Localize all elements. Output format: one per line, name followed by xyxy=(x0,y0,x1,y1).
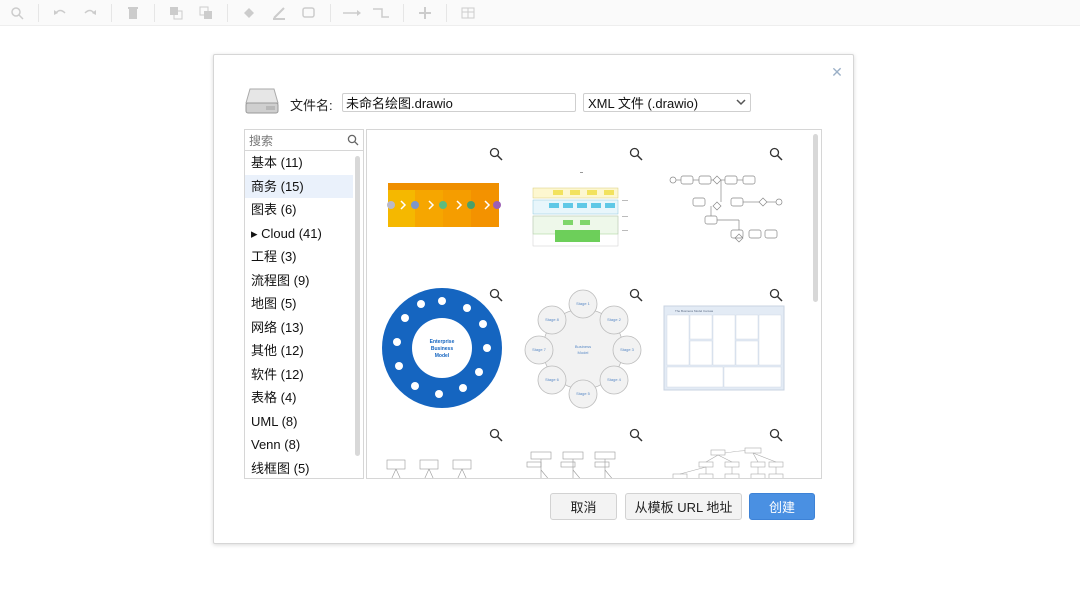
category-item[interactable]: UML (8) xyxy=(245,410,363,434)
toolbar-divider xyxy=(38,3,39,22)
category-item[interactable]: 基本 (11) xyxy=(245,151,363,175)
stage-label: Stage 3 xyxy=(620,347,635,352)
toolbar xyxy=(0,0,1080,26)
chevron-down-icon xyxy=(736,99,746,106)
filename-input[interactable] xyxy=(342,93,576,112)
category-search[interactable]: 搜索 xyxy=(245,130,363,151)
toolbar-divider xyxy=(403,3,404,22)
template-thumbnail-business-stages[interactable]: Stage 1 Stage 2 Stage 3 Stage 4 Stage 5 … xyxy=(519,288,649,410)
category-item[interactable]: 其他 (12) xyxy=(245,339,363,363)
category-item[interactable]: 图表 (6) xyxy=(245,198,363,222)
category-item[interactable]: 线框图 (5) xyxy=(245,457,363,479)
template-thumbnail-org-chart[interactable] xyxy=(525,448,645,479)
stages-center-2: Model xyxy=(578,350,589,355)
create-button[interactable]: 创建 xyxy=(749,493,815,520)
category-item-expandable[interactable]: ▸ Cloud (41) xyxy=(245,222,363,246)
template-thumbnail-bpmn[interactable] xyxy=(665,158,785,268)
category-item[interactable]: 地图 (5) xyxy=(245,292,363,316)
close-icon[interactable]: ✕ xyxy=(830,65,844,79)
template-thumbnail-tree[interactable] xyxy=(385,452,505,479)
format-select-value: XML 文件 (.drawio) xyxy=(588,96,699,111)
category-item[interactable]: Venn (8) xyxy=(245,433,363,457)
redo-icon[interactable] xyxy=(79,3,101,23)
search-placeholder: 搜索 xyxy=(249,133,274,148)
category-item[interactable]: 表格 (4) xyxy=(245,386,363,410)
shadow-icon[interactable] xyxy=(298,3,320,23)
insert-icon[interactable] xyxy=(414,3,436,23)
stage-label: Stage 5 xyxy=(576,391,591,396)
line-color-icon[interactable] xyxy=(268,3,290,23)
category-item[interactable]: 软件 (12) xyxy=(245,363,363,387)
format-select[interactable]: XML 文件 (.drawio) xyxy=(583,93,751,112)
category-sidebar: 搜索 基本 (11) 商务 (15) 图表 (6) ▸ Cloud (41) 工… xyxy=(244,129,364,479)
stage-label: Stage 2 xyxy=(607,317,622,322)
zoom-icon[interactable] xyxy=(6,3,28,23)
toolbar-divider xyxy=(154,3,155,22)
template-thumbnail-mind-map[interactable] xyxy=(665,446,785,479)
zoom-icon[interactable] xyxy=(769,288,783,302)
template-thumbnail-business-canvas[interactable]: The Business Model Canvas xyxy=(663,305,785,391)
hard-drive-icon xyxy=(245,88,279,114)
waypoints-icon[interactable] xyxy=(371,3,393,23)
connection-icon[interactable] xyxy=(341,3,363,23)
toolbar-divider xyxy=(446,3,447,22)
zoom-icon[interactable] xyxy=(629,428,643,442)
from-template-url-button[interactable]: 从模板 URL 地址 xyxy=(625,493,742,520)
stage-label: Stage 1 xyxy=(576,301,591,306)
fill-color-icon[interactable] xyxy=(238,3,260,23)
toolbar-divider xyxy=(111,3,112,22)
stage-label: Stage 4 xyxy=(607,377,622,382)
toolbar-divider xyxy=(227,3,228,22)
cancel-button[interactable]: 取消 xyxy=(550,493,617,520)
template-thumbnail-enterprise-model[interactable]: Enterprise Business Model xyxy=(379,288,509,408)
zoom-icon[interactable] xyxy=(489,428,503,442)
stage-label: Stage 6 xyxy=(545,377,560,382)
category-list: 基本 (11) 商务 (15) 图表 (6) ▸ Cloud (41) 工程 (… xyxy=(245,151,363,479)
grid-scrollbar[interactable] xyxy=(813,134,818,302)
table-icon[interactable] xyxy=(457,3,479,23)
delete-icon[interactable] xyxy=(122,3,144,23)
zoom-icon[interactable] xyxy=(769,428,783,442)
stage-label: Stage 7 xyxy=(532,347,547,352)
category-item[interactable]: 网络 (13) xyxy=(245,316,363,340)
enterprise-title-1: Enterprise xyxy=(430,339,455,345)
stages-center-1: Business xyxy=(575,344,591,349)
template-thumbnail-swimlane[interactable] xyxy=(525,158,645,268)
toolbar-divider xyxy=(330,3,331,22)
enterprise-title-2: Business xyxy=(431,346,453,352)
stage-label: Stage 8 xyxy=(545,317,560,322)
enterprise-title-3: Model xyxy=(435,353,450,359)
filename-label: 文件名: xyxy=(290,98,333,113)
new-diagram-dialog: ✕ 文件名: XML 文件 (.drawio) 搜索 基本 (11) 商务 (1… xyxy=(213,54,854,544)
canvas-title: The Business Model Canvas xyxy=(675,309,714,313)
category-item-selected[interactable]: 商务 (15) xyxy=(245,174,353,198)
template-grid: Enterprise Business Model Stage 1 Stage … xyxy=(366,129,822,479)
template-thumbnail-value-stream[interactable] xyxy=(385,158,505,268)
category-item[interactable]: 工程 (3) xyxy=(245,245,363,269)
category-item[interactable]: 流程图 (9) xyxy=(245,269,363,293)
search-icon xyxy=(347,134,359,146)
to-back-icon[interactable] xyxy=(195,3,217,23)
to-front-icon[interactable] xyxy=(165,3,187,23)
undo-icon[interactable] xyxy=(49,3,71,23)
sidebar-scrollbar[interactable] xyxy=(355,156,360,456)
